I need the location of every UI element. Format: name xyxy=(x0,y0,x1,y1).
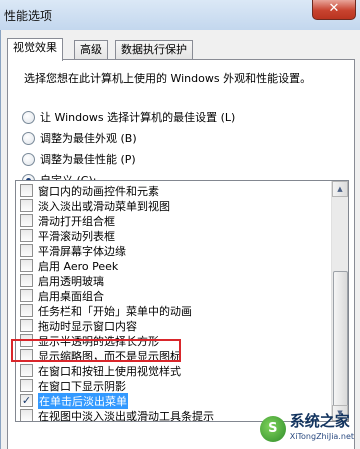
effect-checkbox[interactable] xyxy=(20,304,33,317)
close-icon: ✕ xyxy=(328,1,340,16)
effect-checkbox[interactable]: ✓ xyxy=(20,394,33,407)
window-title: 性能选项 xyxy=(4,9,53,23)
effect-checkbox[interactable] xyxy=(20,244,33,257)
effect-checkbox[interactable] xyxy=(20,364,33,377)
effect-item[interactable]: 拖动时显示窗口内容 xyxy=(16,318,332,333)
effect-checkbox[interactable] xyxy=(20,274,33,287)
effect-label: 任务栏和「开始」菜单中的动画 xyxy=(38,304,192,318)
radio-label: 调整为最佳性能 (P) xyxy=(40,153,136,166)
radio-label: 让 Windows 选择计算机的最佳设置 (L) xyxy=(40,111,236,124)
effect-item[interactable]: 窗口内的动画控件和元素 xyxy=(16,183,332,198)
tab-visual-effects[interactable]: 视觉效果 xyxy=(7,38,63,61)
effect-label: 启用 Aero Peek xyxy=(38,259,119,273)
scroll-up-arrow[interactable]: ▲ xyxy=(332,181,348,197)
radio-button[interactable] xyxy=(22,152,35,166)
effect-item[interactable]: 启用 Aero Peek xyxy=(16,258,332,273)
effect-label: 在单击后淡出菜单 xyxy=(38,392,128,409)
effect-item[interactable]: 启用桌面组合 xyxy=(16,288,332,303)
radio-button[interactable] xyxy=(22,110,35,124)
effect-item[interactable]: 平滑屏幕字体边缘 xyxy=(16,243,332,258)
watermark: S 系统之家 XiTongZhiJia.net xyxy=(259,412,354,443)
tab-advanced[interactable]: 高级 xyxy=(74,40,108,60)
effect-label: 在视图中淡入淡出或滑动工具条提示 xyxy=(38,409,214,422)
dialog-body: 视觉效果 高级 数据执行保护 选择您想在此计算机上使用的 Windows 外观和… xyxy=(0,30,360,449)
vertical-scrollbar[interactable]: ▲ ▼ xyxy=(331,181,348,421)
effect-label: 启用桌面组合 xyxy=(38,289,104,303)
effect-label: 滑动打开组合框 xyxy=(38,214,115,228)
close-button[interactable]: ✕ xyxy=(312,0,356,20)
radio-best-appearance[interactable]: 调整为最佳外观 (B) xyxy=(22,130,137,146)
effect-label: 在窗口和按钮上使用视觉样式 xyxy=(38,364,181,378)
effects-listbox[interactable]: 窗口内的动画控件和元素 淡入淡出或滑动菜单到视图 滑动打开组合框 平滑滚动列表框 平滑屏… xyxy=(15,180,349,422)
effect-label: 窗口内的动画控件和元素 xyxy=(38,184,159,198)
effect-checkbox[interactable] xyxy=(20,199,33,212)
effect-checkbox[interactable] xyxy=(20,409,33,421)
effect-checkbox[interactable] xyxy=(20,229,33,242)
radio-best-performance[interactable]: 调整为最佳性能 (P) xyxy=(22,151,136,167)
scroll-thumb[interactable] xyxy=(333,271,348,411)
effect-item[interactable]: 滑动打开组合框 xyxy=(16,213,332,228)
effect-label: 在窗口下显示阴影 xyxy=(38,379,126,393)
effect-label: 拖动时显示窗口内容 xyxy=(38,319,137,333)
effect-item[interactable]: 启用透明玻璃 xyxy=(16,273,332,288)
effect-item[interactable]: 在窗口下显示阴影 xyxy=(16,378,332,393)
effect-checkbox[interactable] xyxy=(20,259,33,272)
effect-item[interactable]: 平滑滚动列表框 xyxy=(16,228,332,243)
effect-checkbox[interactable] xyxy=(20,289,33,302)
effect-label: 平滑屏幕字体边缘 xyxy=(38,244,126,258)
tab-data-execution-prevention[interactable]: 数据执行保护 xyxy=(115,40,193,60)
watermark-logo-icon: S xyxy=(259,416,286,442)
annotation-highlight-box xyxy=(11,339,181,362)
title-bar: 性能选项 ✕ xyxy=(0,0,360,30)
effect-checkbox[interactable] xyxy=(20,214,33,227)
effect-item[interactable]: 淡入淡出或滑动菜单到视图 xyxy=(16,198,332,213)
effect-item[interactable]: ✓ 在单击后淡出菜单 xyxy=(16,392,332,409)
effect-label: 淡入淡出或滑动菜单到视图 xyxy=(38,199,170,213)
effect-item[interactable]: 任务栏和「开始」菜单中的动画 xyxy=(16,303,332,318)
radio-let-windows-choose[interactable]: 让 Windows 选择计算机的最佳设置 (L) xyxy=(22,109,235,125)
watermark-url: XiTongZhiJia.net xyxy=(289,432,354,441)
radio-button[interactable] xyxy=(22,131,35,145)
effect-item[interactable]: 在窗口和按钮上使用视觉样式 xyxy=(16,363,332,378)
effect-checkbox[interactable] xyxy=(20,319,33,332)
watermark-name: 系统之家 xyxy=(289,412,350,430)
effect-label: 平滑滚动列表框 xyxy=(38,229,115,243)
radio-label: 调整为最佳外观 (B) xyxy=(40,132,137,145)
effect-checkbox[interactable] xyxy=(20,184,33,197)
effect-checkbox[interactable] xyxy=(20,379,33,392)
description-text: 选择您想在此计算机上使用的 Windows 外观和性能设置。 xyxy=(24,72,312,85)
effect-label: 启用透明玻璃 xyxy=(38,274,104,288)
